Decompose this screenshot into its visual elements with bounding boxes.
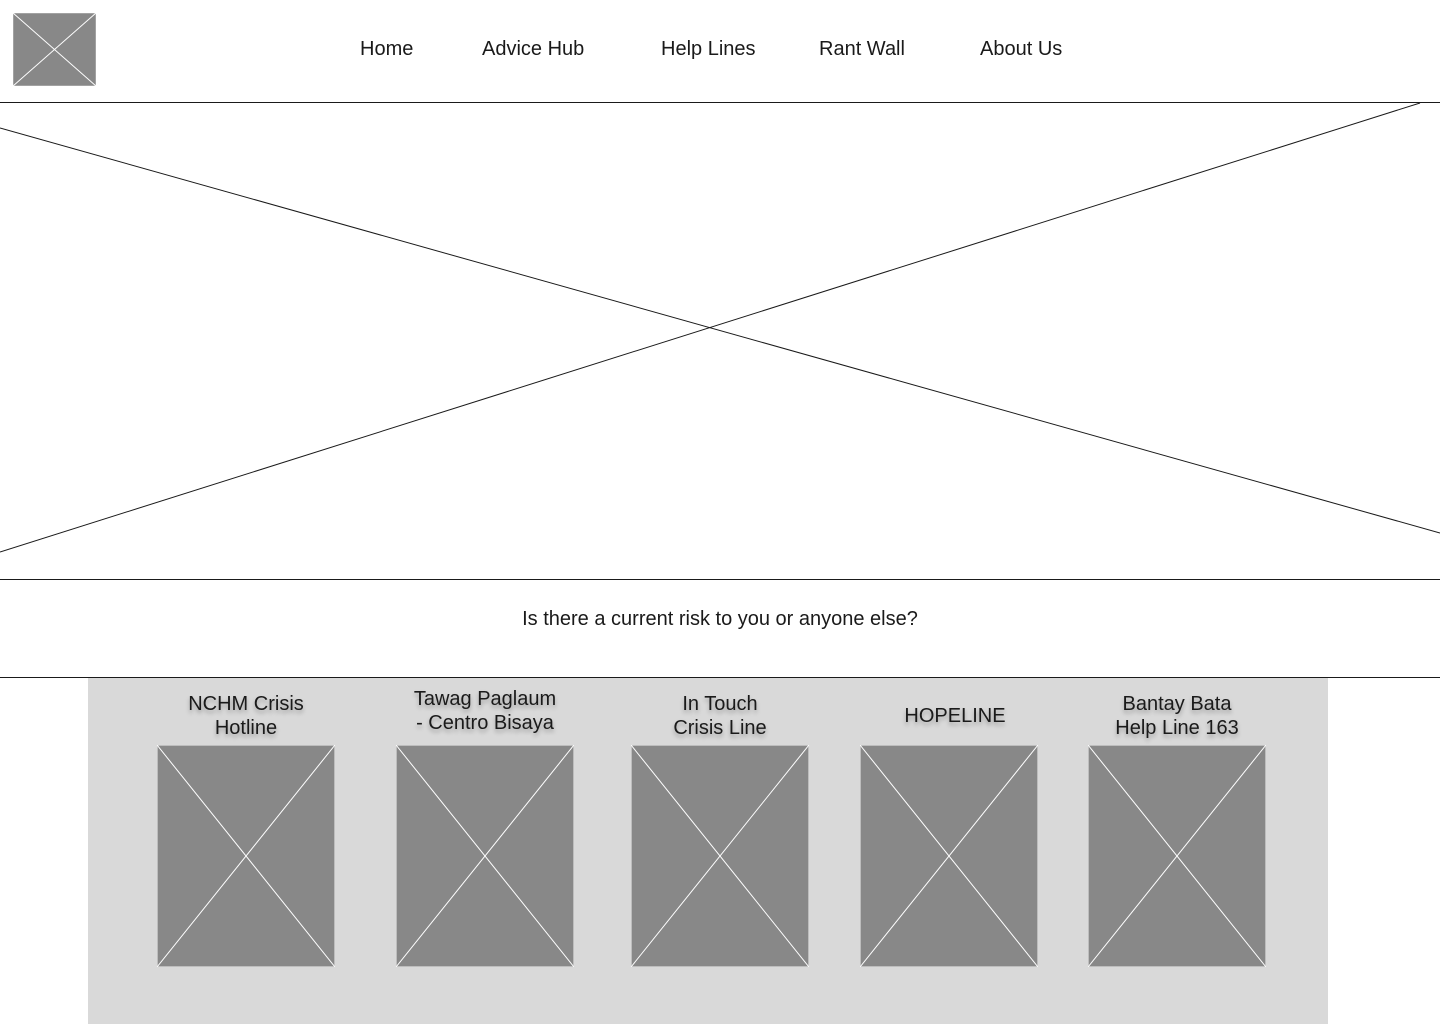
header: Home Advice Hub Help Lines Rant Wall Abo… (0, 0, 1440, 103)
hotline-image (860, 745, 1038, 967)
hotline-image (631, 745, 809, 967)
image-placeholder-icon (157, 745, 335, 967)
hotline-image (157, 745, 335, 967)
image-placeholder-icon (396, 745, 574, 967)
nav-help-lines[interactable]: Help Lines (661, 36, 756, 62)
hotline-title: HOPELINE (904, 705, 1006, 727)
hotline-image (1088, 745, 1266, 967)
nav-home[interactable]: Home (360, 36, 413, 62)
hotline-title: Bantay Bata Help Line 163 (1115, 693, 1239, 739)
logo[interactable] (12, 12, 97, 87)
hotline-title: NCHM Crisis Hotline (188, 693, 304, 739)
image-placeholder-icon (860, 745, 1038, 967)
hotline-title: Tawag Paglaum - Centro Bisaya (413, 688, 557, 734)
risk-question: Is there a current risk to you or anyone… (522, 608, 918, 630)
risk-question-section: Is there a current risk to you or anyone… (0, 580, 1440, 678)
hero-image (0, 103, 1440, 580)
image-placeholder-icon (0, 103, 1440, 553)
nav-rant-wall[interactable]: Rant Wall (819, 36, 905, 62)
nav-advice-hub[interactable]: Advice Hub (482, 36, 584, 62)
hotline-image (396, 745, 574, 967)
image-placeholder-icon (631, 745, 809, 967)
hotline-title: In Touch Crisis Line (673, 693, 767, 739)
hotlines-panel: NCHM Crisis Hotline Tawag Paglaum - Cent… (88, 678, 1328, 1024)
image-placeholder-icon (1088, 745, 1266, 967)
image-placeholder-icon (12, 12, 97, 87)
nav-about-us[interactable]: About Us (980, 36, 1062, 62)
page: Home Advice Hub Help Lines Rant Wall Abo… (0, 0, 1440, 1024)
